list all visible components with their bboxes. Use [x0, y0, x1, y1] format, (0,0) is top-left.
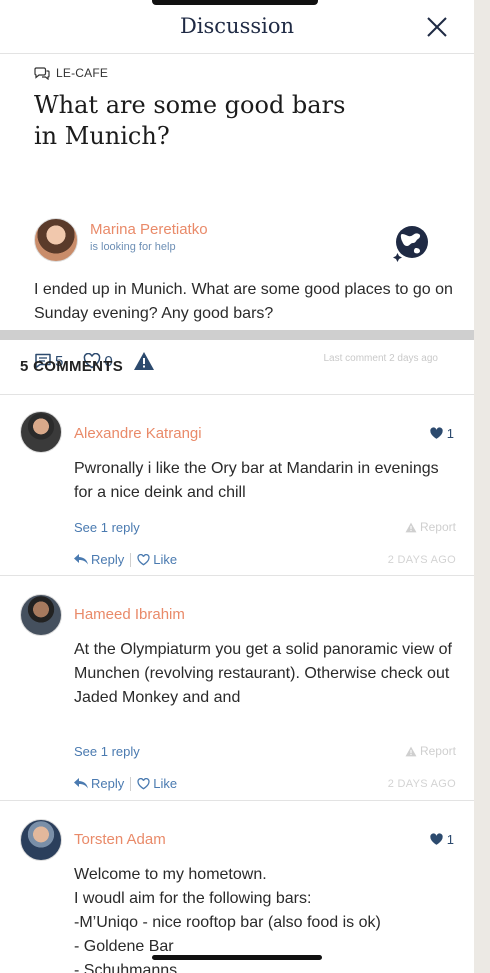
warning-icon	[405, 522, 417, 532]
commenter-name[interactable]: Hameed Ibrahim	[74, 606, 185, 623]
reply-label: Reply	[91, 552, 125, 567]
post: LE-CAFE What are some good bars in Munic…	[0, 54, 474, 370]
warning-icon	[133, 352, 154, 370]
report-button[interactable]: Report	[405, 520, 456, 534]
comment-body: Pwronally i like the Ory bar at Mandarin…	[74, 460, 439, 501]
comment-item: Torsten Adam 1 Welcome to my hometown. I…	[0, 800, 474, 973]
comment-like-count[interactable]: 1	[429, 832, 454, 847]
comment-line: I woudl aim for the following bars:	[74, 890, 312, 907]
header: Discussion	[0, 0, 474, 54]
author-avatar[interactable]	[34, 218, 78, 262]
post-body: I ended up in Munich. What are some good…	[34, 281, 453, 322]
last-comment-time: Last comment 2 days ago	[323, 353, 438, 364]
comment-actions: Reply Like	[74, 776, 177, 791]
comment-body: At the Olympiaturm you get a solid panor…	[74, 641, 452, 706]
app-screen: Discussion LE-CAFE What are some good ba…	[0, 0, 474, 973]
like-button[interactable]: Like	[137, 776, 177, 791]
comment-line: - Schuhmanns	[74, 962, 178, 973]
home-indicator[interactable]	[152, 955, 322, 960]
see-replies-link[interactable]: See 1 reply	[74, 744, 140, 759]
heart-outline-icon	[137, 553, 150, 565]
chat-bubbles-icon	[34, 66, 50, 80]
comment-item: Hameed Ibrahim At the Olympiaturm you ge…	[0, 575, 474, 799]
comment-time: 2 DAYS AGO	[387, 554, 456, 566]
close-icon	[427, 17, 447, 37]
commenter-name[interactable]: Torsten Adam	[74, 831, 166, 848]
heart-outline-icon	[137, 777, 150, 789]
reply-label: Reply	[91, 776, 125, 791]
close-button[interactable]	[422, 12, 452, 42]
globe-badge	[388, 222, 432, 266]
post-title: What are some good bars in Munich?	[34, 91, 346, 150]
commenter-avatar[interactable]	[20, 411, 62, 453]
like-label: Like	[153, 776, 178, 791]
post-report-button[interactable]	[133, 351, 155, 371]
commenter-avatar[interactable]	[20, 594, 62, 636]
action-separator	[130, 552, 132, 567]
reply-arrow-icon	[74, 778, 88, 789]
report-label: Report	[419, 744, 456, 758]
section-divider	[0, 330, 474, 340]
commenter-avatar[interactable]	[20, 819, 62, 861]
author-status: is looking for help	[90, 241, 176, 253]
like-label: Like	[153, 552, 178, 567]
author-name[interactable]: Marina Peretiatko	[90, 221, 208, 238]
like-count-value: 1	[446, 426, 454, 441]
reply-button[interactable]: Reply	[74, 552, 124, 567]
reply-button[interactable]: Reply	[74, 776, 124, 791]
comment-item: Alexandre Katrangi 1 Pwronally i like th…	[0, 394, 474, 574]
like-count-value: 1	[446, 832, 454, 847]
comments-header: 5 COMMENTS	[20, 358, 124, 375]
comment-line: -M’Uniqo - nice rooftop bar (also food i…	[74, 914, 381, 931]
community-tag[interactable]: LE-CAFE	[34, 66, 108, 80]
commenter-name[interactable]: Alexandre Katrangi	[74, 425, 202, 442]
heart-filled-icon	[430, 833, 443, 845]
report-label: Report	[419, 520, 456, 534]
community-name: LE-CAFE	[56, 66, 109, 80]
action-separator	[130, 776, 132, 791]
comment-actions: Reply Like	[74, 552, 177, 567]
see-replies-link[interactable]: See 1 reply	[74, 520, 140, 535]
like-button[interactable]: Like	[137, 552, 177, 567]
page-title: Discussion	[179, 14, 295, 38]
comment-time: 2 DAYS AGO	[387, 778, 456, 790]
comment-line: Welcome to my hometown.	[74, 866, 267, 883]
globe-icon	[393, 226, 428, 262]
heart-filled-icon	[430, 427, 443, 439]
reply-arrow-icon	[74, 554, 88, 565]
report-button[interactable]: Report	[405, 744, 456, 758]
warning-icon	[405, 746, 417, 756]
comment-like-count[interactable]: 1	[429, 426, 454, 441]
